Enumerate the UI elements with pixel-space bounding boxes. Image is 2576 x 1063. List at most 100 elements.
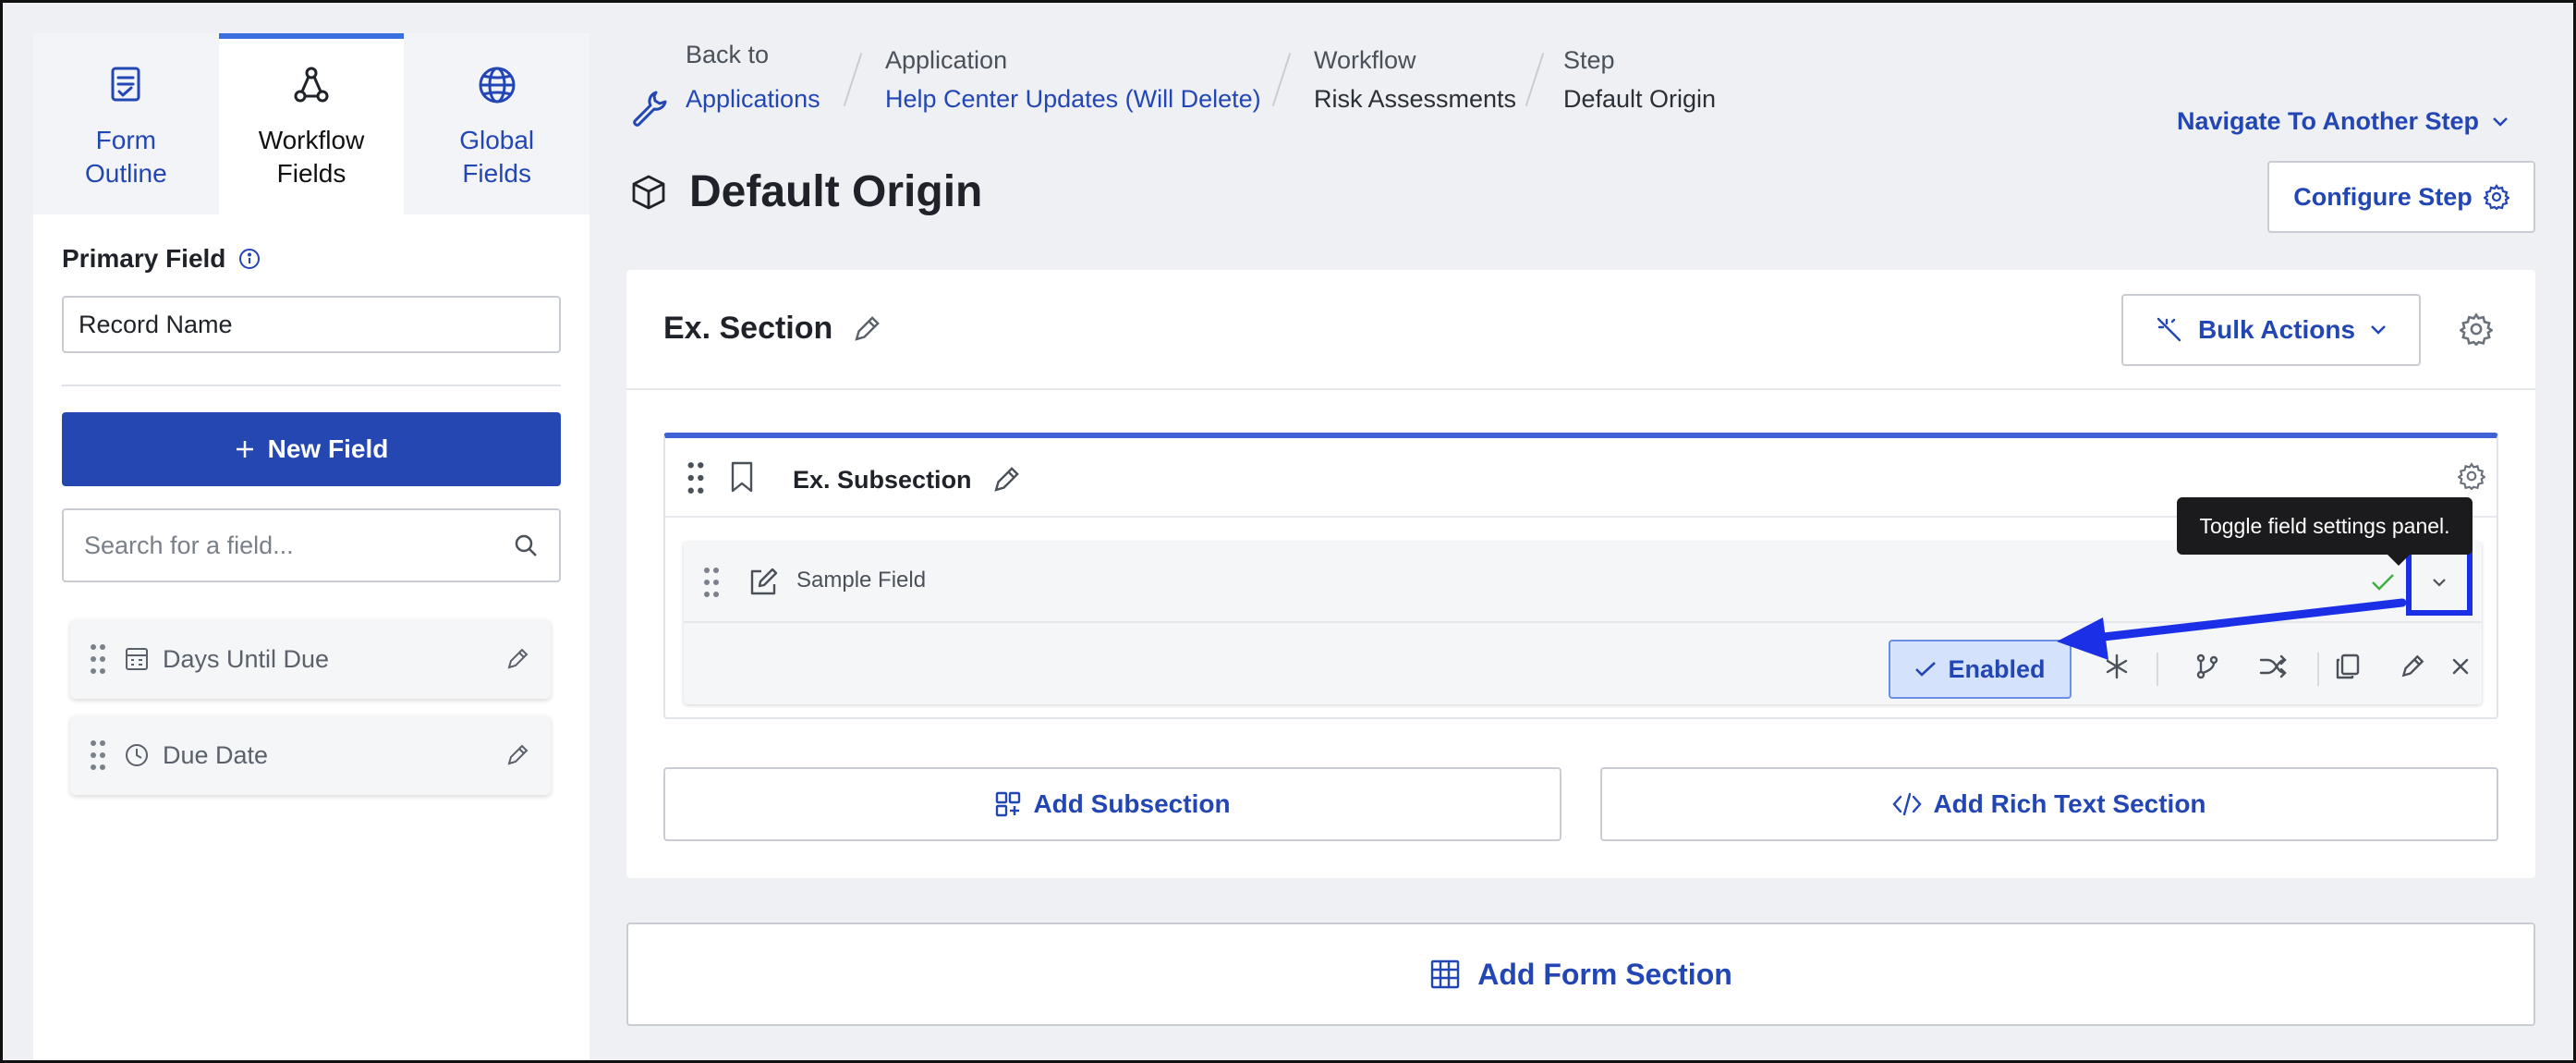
breadcrumb-step-label: Step (1563, 46, 1615, 74)
code-icon (1892, 791, 1923, 817)
drag-handle-icon[interactable] (702, 566, 721, 599)
field-search-input[interactable]: Search for a field... (62, 508, 561, 582)
drag-handle-icon[interactable] (89, 642, 107, 676)
check-icon (2371, 573, 2395, 592)
section-header: Ex. Section Bulk Actions (626, 270, 2535, 390)
tab-form-outline[interactable]: Form Outline (33, 33, 219, 214)
breadcrumb-application-link[interactable]: Help Center Updates (Will Delete) (885, 83, 1261, 115)
form-outline-icon (103, 63, 148, 107)
drag-handle-icon[interactable] (686, 460, 706, 495)
bulk-actions-button[interactable]: Bulk Actions (2121, 294, 2421, 366)
pencil-icon[interactable] (990, 464, 1022, 495)
page-title: Default Origin (689, 167, 983, 216)
breadcrumb-separator (1271, 53, 1292, 106)
breadcrumb-step-value: Default Origin (1563, 85, 1717, 113)
toggle-field-settings-tooltip: Toggle field settings panel. (2177, 497, 2473, 566)
field-library-panel: Form Outline Workflow Fields Global Fiel… (33, 33, 590, 1063)
wrench-icon (630, 89, 669, 128)
breadcrumb-application: Application Help Center Updates (Will De… (885, 44, 1261, 115)
info-icon[interactable] (238, 248, 261, 270)
add-rich-text-label: Add Rich Text Section (1933, 789, 2206, 818)
search-placeholder: Search for a field... (84, 531, 294, 559)
navigate-step-dropdown[interactable]: Navigate To Another Step (2177, 107, 2509, 136)
chevron-down-icon (2432, 578, 2447, 587)
divider (2317, 653, 2319, 686)
clock-icon (124, 742, 150, 768)
section-settings-gear-icon[interactable] (2460, 312, 2493, 346)
add-form-section-button[interactable]: Add Form Section (626, 922, 2535, 1026)
add-subsection-icon (994, 790, 1022, 818)
breadcrumb-applications-link[interactable]: Applications (686, 83, 820, 115)
form-section: Ex. Section Bulk Actions Ex. Subsection … (626, 270, 2535, 878)
enabled-label: Enabled (1948, 654, 2046, 683)
new-field-label: New Field (267, 434, 389, 463)
field-card-due-date[interactable]: Due Date (70, 715, 551, 795)
table-grid-icon (1429, 959, 1461, 990)
subsection-settings-gear-icon[interactable] (2458, 462, 2485, 490)
field-name: Sample Field (796, 568, 927, 593)
new-field-button[interactable]: New Field (62, 412, 561, 486)
chevron-down-icon (2370, 324, 2387, 336)
check-icon (1914, 661, 1937, 678)
subsection-title: Ex. Subsection (793, 464, 1022, 495)
branch-logic-icon[interactable] (2193, 653, 2221, 680)
asterisk-required-icon[interactable] (2103, 653, 2131, 680)
divider (2157, 653, 2158, 686)
add-rich-text-section-button[interactable]: Add Rich Text Section (1600, 767, 2498, 841)
shuffle-icon[interactable] (2258, 653, 2288, 680)
primary-field-label-text: Primary Field (62, 244, 226, 273)
globe-icon (475, 63, 519, 107)
field-card-days-until-due[interactable]: Days Until Due (70, 619, 551, 699)
tab-workflow-fields[interactable]: Workflow Fields (218, 33, 405, 214)
plus-icon (235, 439, 255, 459)
section-title: Ex. Section (663, 311, 882, 347)
tab-label: Workflow Fields (258, 126, 365, 188)
tab-label: Global Fields (459, 126, 535, 188)
pencil-icon[interactable] (851, 313, 882, 345)
breadcrumb-workflow: Workflow Risk Assessments (1314, 44, 1516, 115)
navigate-step-label: Navigate To Another Step (2177, 107, 2480, 135)
copy-icon[interactable] (2334, 653, 2362, 680)
primary-field-select[interactable]: Record Name (62, 296, 561, 353)
panel-tabs: Form Outline Workflow Fields Global Fiel… (33, 33, 590, 214)
field-name: Due Date (163, 740, 269, 769)
toggle-field-settings-button[interactable] (2406, 549, 2473, 616)
breadcrumb-application-label: Application (885, 46, 1008, 74)
breadcrumb-back-label: Back to (686, 41, 770, 68)
pencil-icon[interactable] (504, 742, 530, 768)
add-form-section-label: Add Form Section (1477, 957, 1732, 991)
pencil-icon[interactable] (2399, 653, 2426, 680)
enabled-toggle-button[interactable]: Enabled (1889, 640, 2072, 699)
primary-field-label: Primary Field (62, 244, 261, 274)
cube-icon (630, 174, 667, 211)
add-subsection-button[interactable]: Add Subsection (663, 767, 1561, 841)
field-name: Days Until Due (163, 644, 330, 673)
breadcrumb-separator (1525, 53, 1545, 106)
tab-label: Form Outline (84, 126, 167, 188)
configure-step-button[interactable]: Configure Step (2267, 161, 2535, 233)
search-icon (513, 532, 539, 558)
chevron-down-icon (2492, 116, 2509, 128)
text-field-icon (747, 566, 780, 599)
gear-icon (2483, 184, 2509, 210)
field-row-sample-field: Sample Field Enabled (684, 542, 2482, 704)
breadcrumb-workflow-label: Workflow (1314, 46, 1416, 74)
workflow-icon (289, 63, 334, 107)
bulk-actions-label: Bulk Actions (2197, 315, 2356, 344)
section-title-text: Ex. Section (663, 311, 833, 346)
tab-global-fields[interactable]: Global Fields (404, 33, 590, 214)
configure-step-label: Configure Step (2293, 182, 2473, 211)
pencil-icon[interactable] (504, 646, 530, 672)
breadcrumb-step: Step Default Origin (1563, 44, 1716, 115)
drag-handle-icon[interactable] (89, 739, 107, 772)
close-icon[interactable] (2450, 656, 2471, 677)
breadcrumb-separator (843, 53, 863, 106)
number-icon (124, 646, 150, 672)
magic-wand-icon (2156, 316, 2183, 344)
subsection: Ex. Subsection Sample Field Enabled (663, 433, 2498, 719)
breadcrumb-workflow-value: Risk Assessments (1314, 85, 1517, 113)
breadcrumb-back: Back to Applications (686, 39, 820, 115)
subsection-title-text: Ex. Subsection (793, 465, 972, 494)
bookmark-icon[interactable] (728, 460, 756, 494)
add-subsection-label: Add Subsection (1033, 789, 1231, 818)
